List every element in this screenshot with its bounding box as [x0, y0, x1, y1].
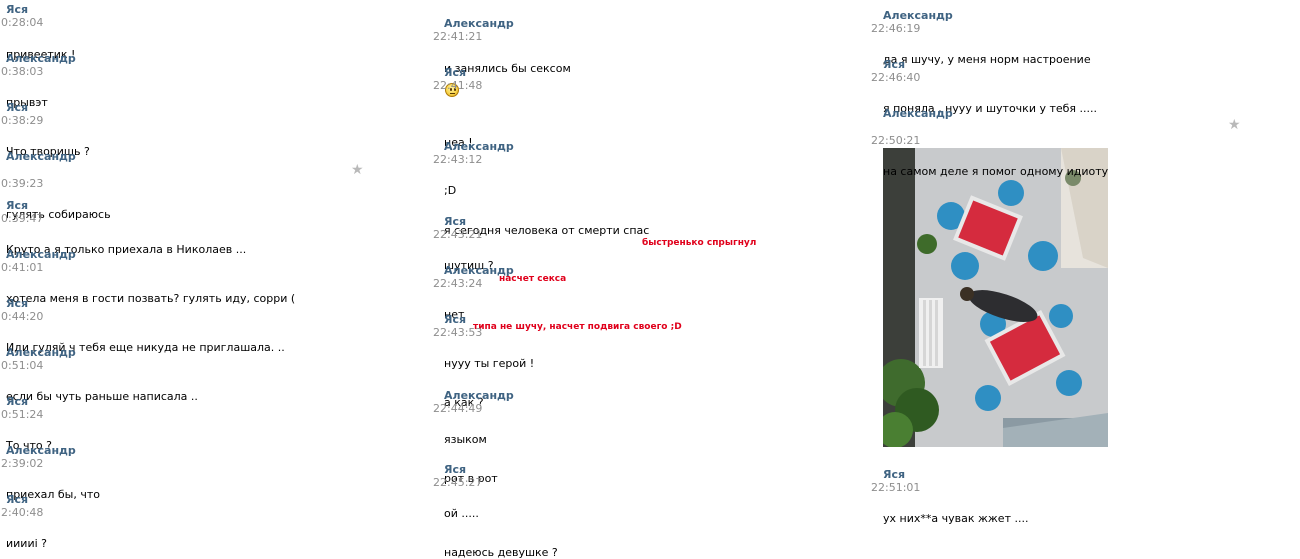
author-name[interactable]: Яся	[6, 199, 426, 212]
message: Александр 22:43:24 нет типа не шучу, нас…	[433, 257, 857, 332]
timestamp: 20:44:20	[0, 310, 44, 323]
timestamp: 20:38:03	[0, 65, 44, 78]
author-name[interactable]: Яся	[6, 297, 426, 310]
message: Яся 20:44:20 Иди гуляй ч тебя еще никуда…	[0, 292, 420, 354]
message: Яся 22:45:27 ой ..... надеюсь девушке ?	[433, 456, 857, 559]
message-text: ;D	[444, 184, 457, 197]
timestamp: 22:51:01	[871, 481, 921, 494]
timestamp: 22:41:48	[433, 79, 483, 92]
message-text: языком	[444, 433, 487, 446]
timestamp: 20:41:01	[0, 261, 44, 274]
author-name[interactable]: Яся	[444, 66, 864, 79]
timestamp: 22:39:02	[0, 457, 44, 470]
timestamp: 22:43:21	[433, 228, 483, 241]
message: Александр 20:38:03 прывэт	[0, 47, 420, 109]
author-name[interactable]: Яся	[883, 58, 1300, 71]
timestamp: 20:39:23	[0, 177, 44, 190]
message: Яся 22:51:01 ух них**а чувак жжет ....	[871, 459, 1300, 525]
message: Яся 20:51:24 То что ?	[0, 390, 420, 452]
message: Яся 22:46:40 я поняла , нууу и шуточки у…	[871, 50, 1300, 115]
message: Яся 20:28:04 привеетик !	[0, 0, 420, 61]
timestamp: 20:39:47	[0, 212, 44, 225]
timestamp: 22:43:53	[433, 326, 483, 339]
timestamp: 22:43:24	[433, 277, 483, 290]
timestamp: 22:40:48	[0, 506, 44, 519]
message: Александр 22:46:19 да я шучу, у меня нор…	[871, 0, 1300, 66]
author-name[interactable]: Александр	[6, 52, 426, 65]
message: Яся 22:43:53 нууу ты герой ! а как ?	[433, 306, 857, 409]
author-name[interactable]: Яся	[6, 395, 426, 408]
author-name[interactable]: Александр	[444, 140, 864, 153]
message: Яся 22:40:48 ииииi ?	[0, 488, 420, 550]
message: Яся 20:38:29 Что творишь ?	[0, 96, 420, 158]
author-name[interactable]: Яся	[883, 468, 1300, 481]
message: Александр 20:51:04 если бы чуть раньше н…	[0, 341, 420, 403]
message-text: на самом деле я помог одному идиоту	[883, 165, 1109, 178]
author-name[interactable]: Александр	[883, 9, 1300, 22]
author-name[interactable]: Александр	[444, 389, 864, 402]
author-name[interactable]: Яся	[444, 215, 864, 228]
message: Александр 22:44:49 языком рот в рот	[433, 382, 857, 485]
author-name[interactable]: Александр	[444, 17, 864, 30]
author-name[interactable]: Яся	[444, 463, 864, 476]
author-name[interactable]: Яся	[444, 313, 864, 326]
timestamp: 20:51:24	[0, 408, 44, 421]
message: Яся 20:39:47 Круто а я только приехала в…	[0, 194, 420, 256]
author-name[interactable]: Александр	[6, 346, 426, 359]
timestamp: 22:45:27	[433, 476, 483, 489]
star-icon[interactable]: ★	[1228, 118, 1300, 132]
message-text: ииииi ?	[6, 537, 47, 550]
smiley-mouth	[450, 93, 455, 94]
message: Александр 22:41:21 и занялись бы сексом	[433, 0, 857, 75]
chat-column-1: Яся 20:28:04 привеетик ! Александр 20:38…	[0, 0, 420, 550]
author-name[interactable]: Яся	[6, 493, 426, 506]
author-name[interactable]: Яся	[6, 3, 426, 16]
message: Александр 22:39:02 приехал бы, что	[0, 439, 420, 501]
timestamp: 22:50:21	[871, 134, 921, 147]
author-name[interactable]: Яся	[6, 101, 426, 114]
timestamp: 20:38:29	[0, 114, 44, 127]
message: Александр ★ 20:39:23 гулять собираюсь	[0, 145, 420, 221]
cafe-overhead-photo	[883, 148, 1108, 447]
message-text: надеюсь девушке ?	[444, 546, 558, 559]
timestamp: 20:51:04	[0, 359, 44, 372]
attached-photo[interactable]	[883, 148, 1108, 447]
timestamp: 22:41:21	[433, 30, 483, 43]
message: Яся 22:43:21 шутиш ? насчет секса	[433, 208, 857, 284]
message-text: ой .....	[444, 507, 479, 520]
author-name[interactable]: Александр	[444, 264, 864, 277]
timestamp: 22:43:12	[433, 153, 483, 166]
message-text: ух них**а чувак жжет ....	[883, 512, 1029, 525]
message: Яся 22:41:48 неа !	[433, 60, 857, 149]
author-name[interactable]: Александр	[6, 444, 426, 457]
timestamp: 22:46:40	[871, 71, 921, 84]
timestamp: 22:44:49	[433, 402, 483, 415]
timestamp: 22:46:19	[871, 22, 921, 35]
timestamp: 20:28:04	[0, 16, 44, 29]
message: Александр 20:41:01 хотела меня в гости п…	[0, 243, 420, 305]
chat-column-2: Александр 22:41:21 и занялись бы сексом …	[433, 0, 857, 559]
author-name[interactable]: Александр	[6, 248, 426, 261]
message-text: нууу ты герой !	[444, 357, 535, 370]
